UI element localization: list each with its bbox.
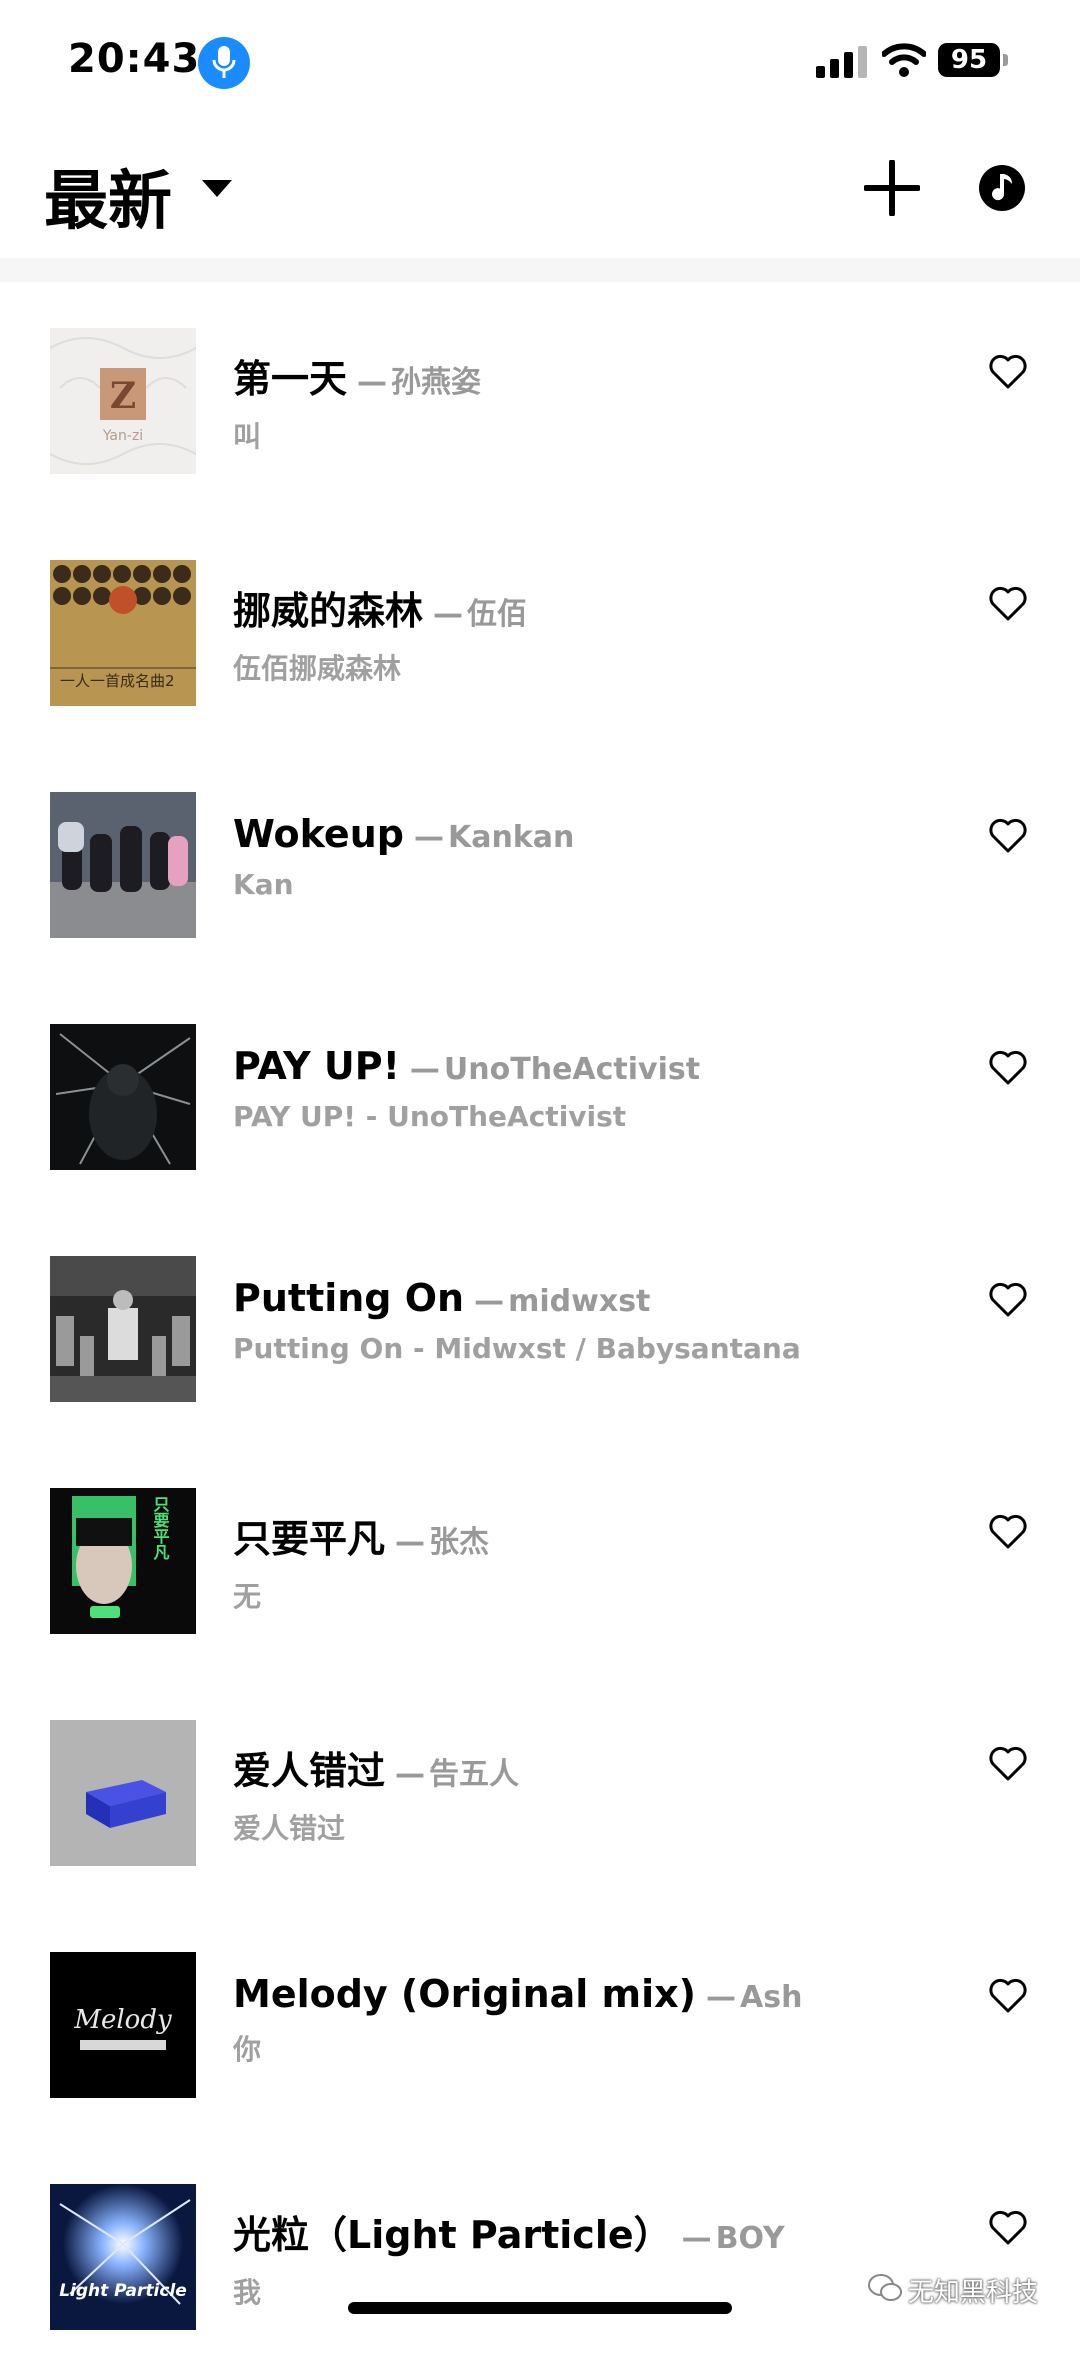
header: 最新 [0,140,1080,260]
home-indicator[interactable] [348,2302,732,2314]
heart-outline-icon[interactable] [988,354,1028,390]
song-title: 挪威的森林 [233,589,424,633]
song-album: 叫 [233,420,262,453]
cover-logo-text: Yan-zi [102,428,143,444]
song-artist: 告五人 [429,1757,520,1792]
album-cover: Light Particle [50,2184,196,2330]
album-cover: Melody [50,1952,196,2098]
song-album: Putting On - Midwxst / Babysantana [233,1332,801,1365]
status-time: 20:43 [68,36,201,82]
caret-down-icon[interactable] [202,180,232,197]
cover-logo-text: 一人一首成名曲2 [60,672,175,690]
song-item[interactable]: Putting On — midwxst Putting On - Midwxst … [0,1210,1080,1442]
song-item[interactable]: Wokeup — Kankan Kan [0,746,1080,978]
cover-logo-text: Light Particle [59,2281,187,2301]
song-artist: Ash [740,1980,803,2015]
song-album: 无 [233,1580,262,1613]
album-cover: 只要平凡 [50,1488,196,1634]
song-item[interactable]: 一人一首成名曲2 挪威的森林 — 伍佰 伍佰挪威森林 [0,514,1080,746]
song-title: Wokeup [233,812,404,856]
song-artist: midwxst [508,1284,651,1319]
heart-outline-icon[interactable] [988,586,1028,622]
song-artist: 张杰 [429,1525,490,1560]
song-item[interactable]: Melody Melody (Original mix) — Ash 你 [0,1906,1080,2138]
song-item[interactable]: PAY UP! — UnoTheActivist PAY UP! - UnoTheA… [0,978,1080,1210]
music-disc-icon[interactable] [978,164,1026,212]
album-cover [50,1720,196,1866]
microphone-indicator-icon [198,37,250,89]
heart-outline-icon[interactable] [988,1050,1028,1086]
wechat-icon [868,2274,902,2301]
heart-outline-icon[interactable] [988,1514,1028,1550]
heart-outline-icon[interactable] [988,1746,1028,1782]
song-title: 只要平凡 [233,1517,386,1561]
song-list: Z Yan-zi 第一天 — 孙燕姿 叫 一人一首成名曲2 挪威的森林 — 伍佰… [0,282,1080,2370]
header-divider [0,258,1080,282]
heart-outline-icon[interactable] [988,2210,1028,2246]
song-title: Melody (Original mix) [233,1972,697,2016]
song-artist: 伍佰 [467,597,528,632]
song-album: 爱人错过 [233,1812,346,1845]
cover-logo-text: 只要平凡 [151,1496,170,1561]
song-title: Putting On [233,1276,465,1320]
plus-icon[interactable] [864,160,920,216]
song-title: PAY UP! [233,1044,400,1088]
cover-logo-text: Melody [73,2005,172,2035]
song-artist: Kankan [447,820,575,855]
album-cover [50,1256,196,1402]
song-album: Kan [233,868,294,901]
battery-icon: 95 [938,43,1008,77]
song-item[interactable]: 只要平凡 只要平凡 — 张杰 无 [0,1442,1080,1674]
song-album: PAY UP! - UnoTheActivist [233,1100,627,1133]
song-item[interactable]: Light Particle 光粒（Light Particle） — BOY 我 [0,2138,1080,2370]
song-title: 光粒（Light Particle） [233,2213,672,2257]
song-item[interactable]: 爱人错过 — 告五人 爱人错过 [0,1674,1080,1906]
album-cover [50,1024,196,1170]
heart-outline-icon[interactable] [988,818,1028,854]
wifi-icon [882,43,926,77]
album-cover: 一人一首成名曲2 [50,560,196,706]
song-artist: 孙燕姿 [391,365,482,400]
song-artist: BOY [715,2221,785,2256]
song-title: 爱人错过 [233,1749,386,1793]
heart-outline-icon[interactable] [988,1978,1028,2014]
song-title: 第一天 [233,357,348,401]
song-album: 伍佰挪威森林 [233,652,402,685]
heart-outline-icon[interactable] [988,1282,1028,1318]
song-item[interactable]: Z Yan-zi 第一天 — 孙燕姿 叫 [0,282,1080,514]
battery-level: 95 [938,43,1000,77]
cellular-signal-icon [816,46,867,78]
watermark-text: 无知黑科技 [908,2278,1039,2308]
album-cover [50,792,196,938]
song-artist: UnoTheActivist [443,1052,701,1087]
song-album: 你 [233,2033,262,2066]
album-cover: Z Yan-zi [50,328,196,474]
status-bar: 20:43 95 [0,0,1080,120]
page-title[interactable]: 最新 [44,150,172,242]
svg-text:Z: Z [110,375,136,417]
